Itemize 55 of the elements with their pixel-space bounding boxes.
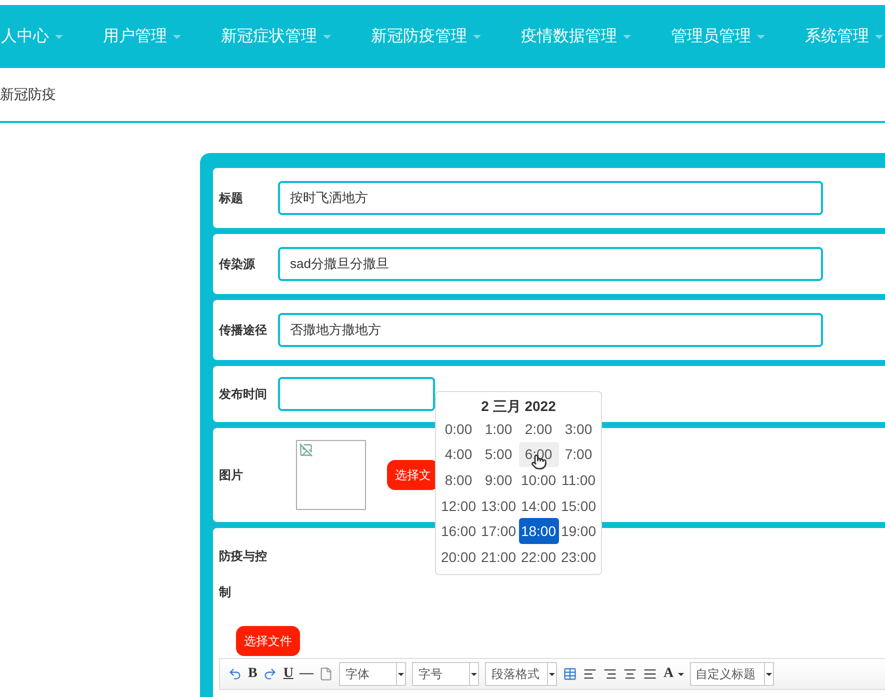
hour-option[interactable]: 20:00 xyxy=(438,544,478,570)
field-label: 传染源 xyxy=(219,256,256,272)
hour-option[interactable]: 2:00 xyxy=(518,416,558,442)
broken-image-icon xyxy=(299,443,313,457)
hour-option[interactable]: 18:00 xyxy=(518,518,558,544)
hour-option[interactable]: 0:00 xyxy=(438,416,478,442)
hour-option[interactable]: 21:00 xyxy=(478,544,518,570)
toolbar-text-button[interactable]: — xyxy=(299,666,314,682)
text-input[interactable]: sad分撒旦分撒旦 xyxy=(278,247,823,281)
picker-title: 2 三月 2022 xyxy=(481,398,556,416)
breadcrumb[interactable]: 新冠防疫 xyxy=(0,86,56,104)
date-input[interactable] xyxy=(278,377,435,411)
field-label: 防疫与控制 xyxy=(219,548,268,601)
hour-option[interactable]: 13:00 xyxy=(478,492,518,518)
hour-option[interactable]: 22:00 xyxy=(518,544,558,570)
field-label: 图片 xyxy=(219,466,244,484)
hour-option[interactable]: 1:00 xyxy=(478,416,518,442)
hour-option[interactable]: 11:00 xyxy=(558,467,598,493)
hour-option[interactable]: 5:00 xyxy=(478,442,518,468)
undo-icon[interactable] xyxy=(228,667,242,681)
toolbar-text-button[interactable]: U xyxy=(283,666,294,682)
toolbar-dropdown[interactable]: 字体 xyxy=(339,662,406,686)
hour-option[interactable]: 19:00 xyxy=(558,518,598,544)
align-justify-icon[interactable] xyxy=(643,667,658,681)
hour-option[interactable]: 4:00 xyxy=(438,442,478,468)
align-center-icon[interactable] xyxy=(623,667,638,681)
hour-option[interactable]: 7:00 xyxy=(558,442,598,468)
align-left-icon[interactable] xyxy=(583,667,598,681)
text-input[interactable]: 否撒地方撒地方 xyxy=(278,313,823,347)
hour-option[interactable]: 14:00 xyxy=(518,492,558,518)
hour-option[interactable]: 16:00 xyxy=(438,518,478,544)
toolbar-dropdown[interactable]: 自定义标题 xyxy=(690,662,774,686)
hour-option[interactable]: 8:00 xyxy=(438,467,478,493)
toolbar-dropdown[interactable]: 字号 xyxy=(412,662,480,686)
font-color-button[interactable]: A xyxy=(663,666,674,682)
hour-option[interactable]: 23:00 xyxy=(558,544,598,570)
hour-option[interactable]: 3:00 xyxy=(558,416,598,442)
hour-option[interactable]: 9:00 xyxy=(478,467,518,493)
hour-option[interactable]: 17:00 xyxy=(478,518,518,544)
caret-icon[interactable] xyxy=(678,672,684,676)
field-label: 传播途径 xyxy=(219,322,268,338)
hour-option[interactable]: 12:00 xyxy=(438,492,478,518)
toolbar-dropdown[interactable]: 段落格式 xyxy=(485,662,558,686)
align-right-icon[interactable] xyxy=(603,667,618,681)
redo-icon[interactable] xyxy=(263,667,278,681)
toolbar-text-button[interactable]: B xyxy=(248,666,258,682)
hour-option[interactable]: 15:00 xyxy=(558,492,598,518)
page-icon[interactable] xyxy=(319,667,334,681)
hour-option[interactable]: 6:00 xyxy=(518,442,558,468)
choose-file-button[interactable]: 选择文件 xyxy=(236,626,300,656)
text-input[interactable]: 按时飞洒地方 xyxy=(278,181,823,215)
field-label: 标题 xyxy=(219,190,244,206)
hour-option[interactable]: 10:00 xyxy=(518,467,558,493)
field-label: 发布时间 xyxy=(219,386,268,402)
table-icon[interactable] xyxy=(563,667,578,681)
